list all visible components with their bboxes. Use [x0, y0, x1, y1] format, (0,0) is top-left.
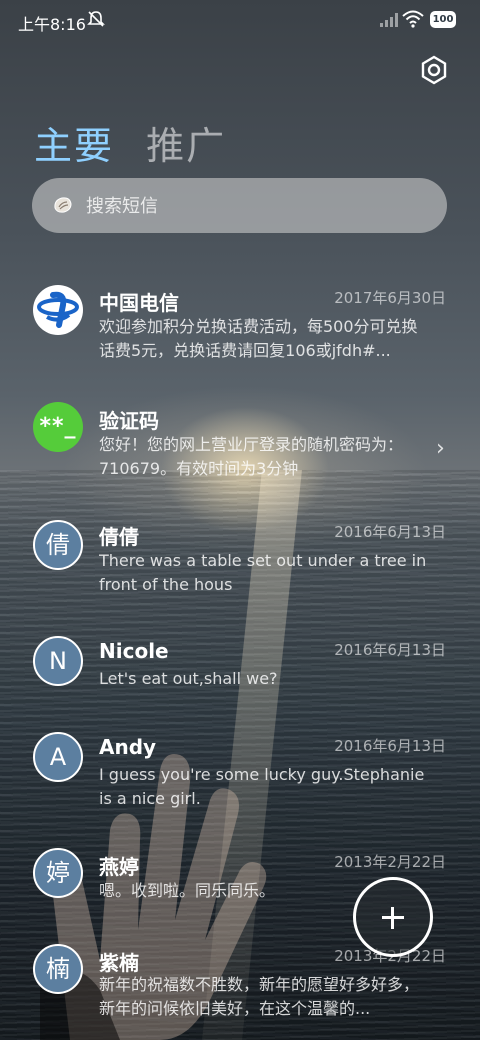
search-input[interactable] — [84, 178, 428, 235]
contact-avatar: 婷 — [33, 848, 83, 898]
new-message-button[interactable] — [353, 877, 433, 957]
conversation-name: Andy — [99, 735, 157, 759]
tab-promotions[interactable]: 推广 — [146, 124, 226, 168]
conversation-item[interactable]: **_ 验证码 您好！您的网上营业厅登录的随机密码为：710679。有效时间为3… — [0, 388, 480, 498]
conversation-name: 验证码 — [99, 409, 159, 433]
conversation-name: 倩倩 — [99, 525, 139, 549]
conversation-name: 紫楠 — [99, 951, 139, 975]
contact-avatar: 倩 — [33, 520, 83, 570]
mute-icon — [87, 11, 105, 27]
conversation-preview: 您好！您的网上营业厅登录的随机密码为：710679。有效时间为3分钟 — [99, 435, 404, 478]
chevron-right-icon: › — [436, 436, 445, 461]
settings-hexagon-icon[interactable] — [418, 54, 450, 86]
conversation-preview: I guess you're some lucky guy.Stephanie … — [99, 765, 425, 808]
conversation-item[interactable]: A Andy 2016年6月13日 I guess you're some lu… — [0, 716, 480, 826]
conversation-date: 2016年6月13日 — [334, 641, 446, 659]
search-bar[interactable] — [32, 178, 447, 235]
conversation-preview: 欢迎参加积分兑换话费活动，每500分可兑换话费5元，兑换话费请回复106或jfd… — [99, 317, 418, 360]
signal-icon — [380, 13, 398, 27]
contact-avatar: N — [33, 636, 83, 686]
conversation-date: 2016年6月13日 — [334, 523, 446, 541]
conversation-preview: There was a table set out under a tree i… — [99, 551, 427, 594]
conversation-name: 中国电信 — [99, 291, 179, 315]
verification-code-avatar: **_ — [33, 402, 83, 452]
wifi-icon — [402, 10, 424, 28]
tab-bar: 主要 推广 — [34, 115, 226, 170]
status-time: 上午8:16 — [18, 15, 86, 34]
tab-main[interactable]: 主要 — [34, 124, 114, 168]
conversation-date: 2013年2月22日 — [334, 853, 446, 871]
conversation-name: Nicole — [99, 639, 169, 663]
conversation-item[interactable]: 中国电信 2017年6月30日 欢迎参加积分兑换话费活动，每500分可兑换话费5… — [0, 270, 480, 380]
contact-avatar: 楠 — [33, 944, 83, 994]
shell-search-icon — [54, 197, 72, 213]
conversation-item[interactable]: N Nicole 2016年6月13日 Let's eat out,shall … — [0, 620, 480, 730]
status-bar: 上午8:16 100 — [0, 0, 480, 42]
conversation-item[interactable]: 倩 倩倩 2016年6月13日 There was a table set ou… — [0, 504, 480, 614]
contact-avatar: A — [33, 732, 83, 782]
battery-icon: 100 — [430, 11, 456, 28]
conversation-date: 2017年6月30日 — [334, 289, 446, 307]
china-telecom-logo-icon — [33, 285, 83, 335]
conversation-preview: 新年的祝福数不胜数，新年的愿望好多好多，新年的问候依旧美好，在这个温馨的... — [99, 975, 420, 1018]
conversation-name: 燕婷 — [99, 855, 139, 879]
conversation-preview: Let's eat out,shall we? — [99, 669, 278, 688]
conversation-date: 2016年6月13日 — [334, 737, 446, 755]
